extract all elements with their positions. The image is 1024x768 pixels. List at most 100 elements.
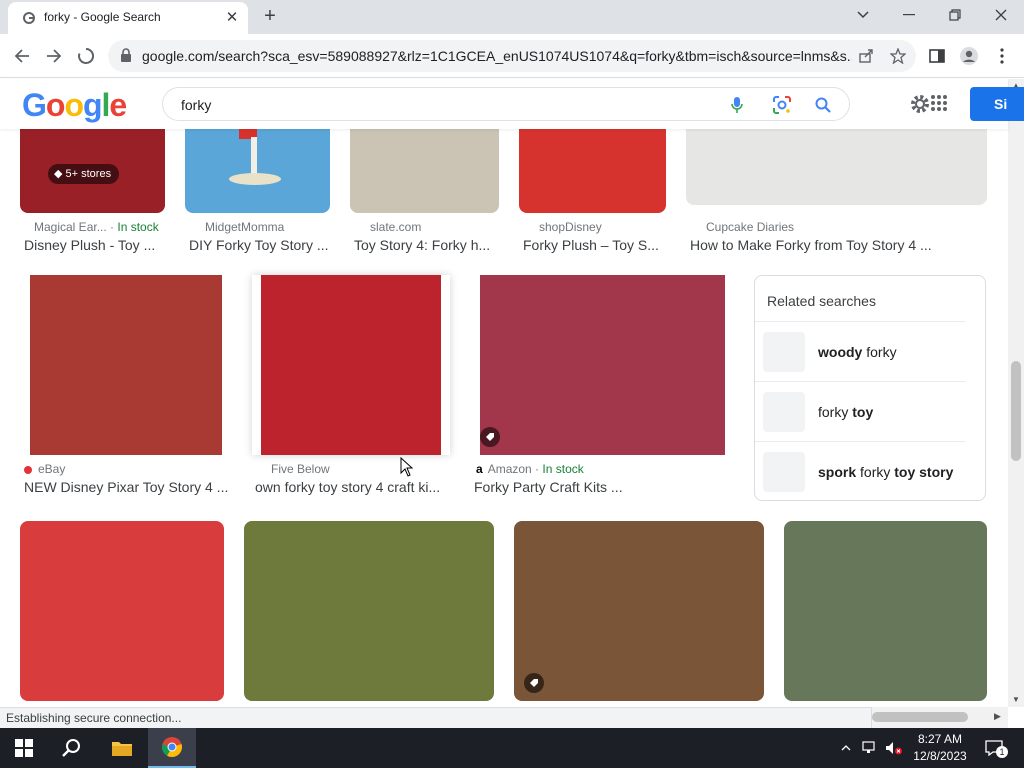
separator: · — [531, 462, 543, 476]
plain-term: forky — [862, 344, 897, 360]
result-thumbnail-8[interactable] — [480, 275, 725, 455]
stores-badge-text: 5+ stores — [65, 168, 112, 180]
amazon-favicon-icon: a — [476, 462, 483, 476]
bookmark-star-icon[interactable] — [888, 46, 908, 66]
notification-count-badge: 1 — [996, 746, 1008, 758]
browser-tab[interactable]: forky - Google Search ✕ — [8, 2, 248, 34]
result-title[interactable]: NEW Disney Pixar Toy Story 4 ... — [24, 479, 229, 495]
result-source[interactable]: shopDisney — [539, 220, 659, 234]
result-thumbnail-11[interactable] — [514, 521, 764, 701]
result-title[interactable]: DIY Forky Toy Story ... — [189, 237, 334, 253]
search-box[interactable]: forky — [162, 87, 850, 121]
notifications-icon[interactable]: 1 — [982, 738, 1008, 758]
loading-spinner-icon[interactable] — [72, 42, 100, 70]
source-name: eBay — [38, 462, 66, 476]
result-thumbnail-4[interactable] — [519, 129, 666, 213]
profile-avatar-icon[interactable] — [957, 44, 981, 68]
thumbnail-image — [261, 275, 441, 455]
tray-chevron-icon[interactable] — [836, 738, 856, 758]
stores-badge: ◆ 5+ stores — [48, 164, 120, 184]
sign-in-button[interactable]: Si — [970, 87, 1024, 121]
scroll-down-arrow-icon[interactable]: ▼ — [1012, 695, 1020, 704]
related-searches-panel: Related searches woody forky forky toy s… — [754, 275, 986, 501]
lens-search-icon[interactable] — [772, 95, 792, 115]
minimize-icon[interactable] — [886, 0, 932, 30]
windows-start-icon[interactable] — [0, 728, 48, 768]
result-thumbnail-2[interactable] — [185, 129, 330, 213]
related-search-item[interactable]: woody forky — [755, 321, 965, 381]
related-searches-heading: Related searches — [767, 293, 876, 309]
result-source[interactable]: Magical Ear... · In stock — [34, 220, 174, 234]
logo-letter: o — [45, 87, 66, 123]
plain-term: forky — [818, 404, 853, 420]
result-title[interactable]: own forky toy story 4 craft ki... — [255, 479, 450, 495]
tab-strip: forky - Google Search ✕ + — [0, 0, 1024, 34]
result-title[interactable]: Forky Party Craft Kits ... — [474, 479, 724, 495]
result-title[interactable]: Toy Story 4: Forky h... — [354, 237, 499, 253]
related-search-item[interactable]: spork forky toy story — [755, 441, 965, 501]
result-thumbnail-6[interactable] — [30, 275, 222, 455]
result-source[interactable]: MidgetMomma — [205, 220, 325, 234]
tab-close-icon[interactable]: ✕ — [224, 10, 240, 26]
file-explorer-icon[interactable] — [98, 728, 146, 768]
result-source[interactable]: a Amazon · In stock — [476, 462, 716, 476]
new-tab-icon[interactable]: + — [258, 5, 282, 29]
result-source[interactable]: slate.com — [370, 220, 490, 234]
mouse-cursor-icon — [400, 457, 414, 477]
result-thumbnail-5[interactable] — [686, 129, 987, 205]
logo-letter: o — [64, 87, 84, 123]
side-panel-icon[interactable] — [925, 44, 949, 68]
network-icon[interactable] — [860, 738, 880, 758]
result-thumbnail-3[interactable] — [350, 129, 499, 213]
scroll-right-arrow-icon[interactable]: ▶ — [994, 711, 1001, 722]
result-thumbnail-10[interactable] — [244, 521, 494, 701]
result-title[interactable]: Forky Plush – Toy S... — [523, 237, 668, 253]
vertical-scrollbar[interactable]: ▲ ▼ — [1008, 79, 1024, 707]
browser-toolbar: google.com/search?sca_esv=589088927&rlz=… — [0, 34, 1024, 78]
system-clock[interactable]: 8:27 AM 12/8/2023 — [912, 731, 968, 765]
result-source[interactable]: eBay — [24, 462, 214, 476]
separator: · — [106, 220, 118, 234]
browser-menu-icon[interactable] — [990, 44, 1014, 68]
chrome-taskbar-icon[interactable] — [148, 728, 196, 768]
url-text[interactable]: google.com/search?sca_esv=589088927&rlz=… — [142, 48, 852, 64]
result-thumbnail-9[interactable] — [20, 521, 224, 701]
search-icon[interactable] — [813, 95, 833, 115]
horizontal-scroll-thumb[interactable] — [872, 712, 968, 722]
close-window-icon[interactable] — [978, 0, 1024, 30]
bold-term: woody — [818, 344, 863, 360]
address-bar[interactable]: google.com/search?sca_esv=589088927&rlz=… — [108, 40, 916, 72]
settings-gear-icon[interactable] — [908, 92, 932, 116]
taskbar-search-icon[interactable] — [48, 728, 96, 768]
vertical-scroll-thumb[interactable] — [1011, 361, 1021, 461]
result-thumbnail-7[interactable] — [252, 275, 450, 455]
result-title[interactable]: Disney Plush - Toy ... — [24, 237, 169, 253]
google-logo[interactable]: Google — [22, 87, 127, 123]
related-thumbnail — [763, 332, 805, 372]
related-search-item[interactable]: forky toy — [755, 381, 965, 441]
forky-figure-icon — [229, 129, 281, 185]
google-apps-icon[interactable] — [930, 94, 948, 112]
share-icon[interactable] — [856, 46, 876, 66]
price-tag-icon — [524, 673, 544, 693]
result-source[interactable]: Five Below — [271, 462, 441, 476]
back-icon[interactable] — [8, 42, 36, 70]
source-name: Magical Ear... — [34, 220, 107, 234]
search-query[interactable]: forky — [181, 97, 211, 113]
result-source[interactable]: Cupcake Diaries — [706, 220, 906, 234]
result-title[interactable]: How to Make Forky from Toy Story 4 ... — [690, 237, 990, 253]
related-search-text: spork forky toy story — [818, 464, 953, 480]
restore-icon[interactable] — [932, 0, 978, 30]
tab-search-chevron-icon[interactable] — [840, 0, 886, 30]
related-thumbnail — [763, 392, 805, 432]
lock-icon — [121, 48, 131, 62]
volume-muted-icon[interactable] — [884, 738, 904, 758]
voice-search-icon[interactable] — [727, 95, 747, 115]
bold-term: spork — [818, 464, 857, 480]
result-thumbnail-12[interactable] — [784, 521, 987, 701]
result-thumbnail-1[interactable]: ◆ 5+ stores — [20, 129, 165, 213]
plain-term: forky — [856, 464, 895, 480]
bold-term: toy — [852, 404, 874, 420]
logo-letter: e — [109, 87, 127, 123]
forward-icon[interactable] — [40, 42, 68, 70]
